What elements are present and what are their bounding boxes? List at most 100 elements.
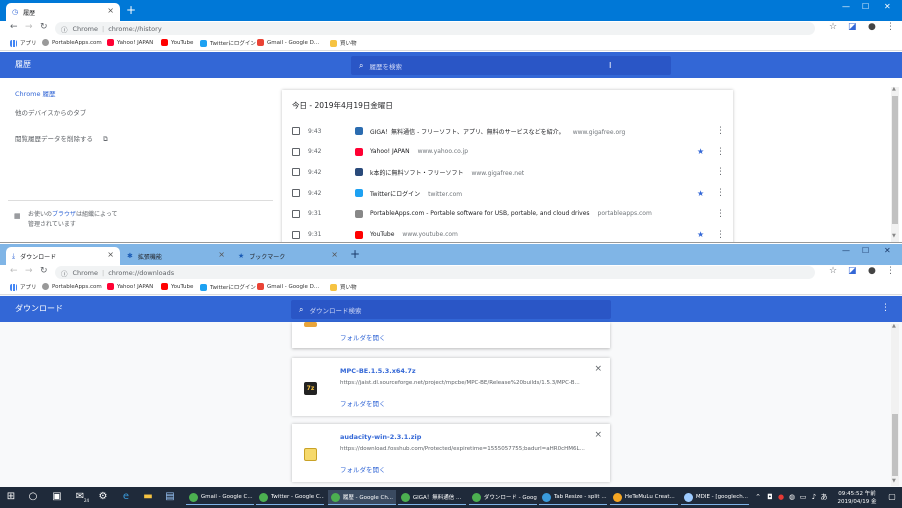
maximize-icon[interactable]: ☐ (862, 2, 869, 11)
extension-icon[interactable]: ◪ (848, 266, 857, 276)
row-menu-icon[interactable]: ⋮ (716, 188, 725, 198)
bookmark-shopping-folder[interactable]: 買い物 (330, 39, 357, 47)
taskbar-app-button[interactable]: Gmail - Google C... (186, 490, 254, 505)
settings-gear-icon[interactable]: ⚙ (97, 491, 109, 503)
new-tab-icon[interactable]: + (350, 247, 360, 261)
row-menu-icon[interactable]: ⋮ (716, 167, 725, 177)
maximize-icon[interactable]: ☐ (862, 246, 869, 255)
reload-icon[interactable]: ↻ (40, 266, 48, 276)
history-search-input[interactable]: ⌕ 履歴を検索 I (351, 56, 671, 75)
sidebar-item-clear-data[interactable]: 閲覧履歴データを削除する ⧉ (15, 133, 108, 144)
menu-kebab-icon[interactable]: ⋮ (886, 22, 895, 32)
bookmark-shopping-folder[interactable]: 買い物 (330, 283, 357, 291)
scroll-down-icon[interactable]: ▼ (892, 478, 896, 484)
tab-history[interactable]: ◷ 履歴 × (6, 3, 120, 21)
taskbar-app-button[interactable]: GIGA！無料通信 ... (398, 490, 466, 505)
bookmark-gmail[interactable]: Gmail - Google D... (257, 283, 319, 290)
tab-extensions[interactable]: ✱ 拡張機能 × (121, 247, 231, 265)
bookmark-yahoo[interactable]: Yahoo! JAPAN (107, 39, 153, 46)
tab-close-icon[interactable]: × (107, 250, 114, 259)
row-checkbox[interactable] (292, 168, 300, 177)
tab-close-icon[interactable]: × (107, 6, 114, 15)
scroll-thumb[interactable] (892, 96, 898, 224)
back-icon[interactable]: ← (10, 266, 18, 276)
back-icon[interactable]: ← (10, 22, 18, 32)
address-bar[interactable]: ⓘ Chrome | chrome://downloads (55, 266, 815, 279)
scroll-up-icon[interactable]: ▲ (892, 86, 896, 92)
bookmark-yahoo[interactable]: Yahoo! JAPAN (107, 283, 153, 290)
row-checkbox[interactable] (292, 209, 300, 218)
taskbar-app-button[interactable]: HeTeMuLu Creat... (610, 490, 678, 505)
downloads-search-input[interactable]: ⌕ ダウンロード検索 (291, 300, 611, 319)
page-link[interactable]: PortableApps.com - Portable software for… (370, 210, 590, 217)
account-icon[interactable]: ● (868, 22, 876, 32)
sidebar-item-chrome-history[interactable]: Chrome 履歴 (15, 88, 56, 98)
file-url[interactable]: https://download.fosshub.com/Protected/e… (340, 446, 590, 452)
downloads-scrollbar[interactable]: ▲ ▼ (891, 323, 899, 486)
file-name-link[interactable]: MPC-BE.1.5.3.x64.7z (340, 367, 416, 375)
history-row[interactable]: 9:31 PortableApps.com - Portable software… (282, 204, 733, 224)
history-row[interactable]: 9:42 k本的に無料ソフト・フリーソフト www.gigafree.net ⋮ (282, 162, 733, 182)
bookmarked-star-icon[interactable]: ★ (697, 230, 704, 239)
tab-close-icon[interactable]: × (218, 250, 225, 259)
remove-download-icon[interactable]: × (594, 364, 602, 374)
new-tab-icon[interactable]: + (126, 3, 136, 17)
windows-start-icon[interactable]: ⊞ (5, 491, 17, 503)
history-row[interactable]: 9:31 YouTube www.youtube.com ★ ⋮ (282, 225, 733, 243)
bookmarked-star-icon[interactable]: ★ (697, 189, 704, 198)
menu-kebab-icon[interactable]: ⋮ (881, 303, 890, 313)
tab-downloads[interactable]: ⤓ ダウンロード × (6, 247, 120, 265)
file-name-link[interactable]: audacity-win-2.3.1.zip (340, 433, 421, 441)
bookmark-twitter[interactable]: Twitterにログイン (200, 39, 256, 47)
bookmark-apps[interactable]: アプリ (10, 39, 37, 47)
bookmark-star-icon[interactable]: ☆ (829, 22, 837, 32)
row-checkbox[interactable] (292, 230, 300, 239)
taskbar-app-button[interactable]: Tab Resize - split ... (539, 490, 607, 505)
forward-icon[interactable]: → (25, 22, 33, 32)
taskbar-app-button[interactable]: 履歴 - Google Ch... (328, 490, 396, 505)
open-folder-link[interactable]: フォルダを開く (340, 398, 386, 408)
history-row[interactable]: 9:43 GIGA！無料通信 - フリーソフト、アプリ、無料のサービスなどを紹介。… (282, 121, 733, 141)
bookmark-portableapps[interactable]: PortableApps.com (42, 283, 102, 290)
close-window-icon[interactable]: ✕ (884, 2, 891, 11)
row-menu-icon[interactable]: ⋮ (716, 126, 725, 136)
scroll-thumb[interactable] (892, 414, 898, 476)
bookmark-star-icon[interactable]: ☆ (829, 266, 837, 276)
scroll-up-icon[interactable]: ▲ (892, 323, 896, 329)
managed-browser-link[interactable]: ブラウザ (52, 211, 76, 218)
row-checkbox[interactable] (292, 127, 300, 135)
tab-close-icon[interactable]: × (331, 250, 338, 259)
reload-icon[interactable]: ↻ (40, 22, 48, 32)
page-link[interactable]: YouTube (370, 231, 394, 238)
tab-bookmarks[interactable]: ★ ブックマーク × (232, 247, 344, 265)
sidebar-item-other-devices[interactable]: 他のデバイスからのタブ (15, 107, 86, 117)
minimize-icon[interactable]: — (842, 2, 850, 11)
scroll-down-icon[interactable]: ▼ (892, 233, 896, 239)
bookmarked-star-icon[interactable]: ★ (697, 147, 704, 156)
page-link[interactable]: Yahoo! JAPAN (370, 148, 410, 155)
extension-icon[interactable]: ◪ (848, 22, 857, 32)
page-link[interactable]: Twitterにログイン (370, 191, 420, 198)
bookmark-youtube[interactable]: YouTube (161, 283, 193, 290)
managed-link[interactable]: 管理 (28, 221, 40, 228)
remove-download-icon[interactable]: × (594, 430, 602, 440)
row-menu-icon[interactable]: ⋮ (716, 209, 725, 219)
close-window-icon[interactable]: ✕ (884, 246, 891, 255)
page-link[interactable]: GIGA！無料通信 - フリーソフト、アプリ、無料のサービスなどを紹介。 (370, 129, 565, 136)
clock[interactable]: 09:45:52 午前 2019/04/19 金 (832, 490, 882, 506)
file-url[interactable]: https://jaist.dl.sourceforge.net/project… (340, 380, 590, 386)
search-circle-icon[interactable]: ○ (27, 491, 39, 503)
taskbar-app-button[interactable]: MDIE - [googlech... (681, 490, 749, 505)
page-link[interactable]: k本的に無料ソフト・フリーソフト (370, 170, 463, 177)
ime-indicator[interactable]: あ (818, 491, 830, 503)
file-explorer-icon[interactable]: ▬ (142, 491, 154, 503)
bookmark-youtube[interactable]: YouTube (161, 39, 193, 46)
app-window-icon[interactable]: ▤ (164, 491, 176, 503)
bookmark-portableapps[interactable]: PortableApps.com (42, 39, 102, 46)
row-menu-icon[interactable]: ⋮ (716, 147, 725, 157)
address-bar[interactable]: ⓘ Chrome | chrome://history (55, 22, 815, 35)
row-checkbox[interactable] (292, 147, 300, 156)
bookmark-twitter[interactable]: Twitterにログイン (200, 283, 256, 291)
taskbar-app-button[interactable]: ダウンロード - Goog... (469, 490, 537, 505)
open-folder-link[interactable]: フォルダを開く (340, 464, 386, 474)
